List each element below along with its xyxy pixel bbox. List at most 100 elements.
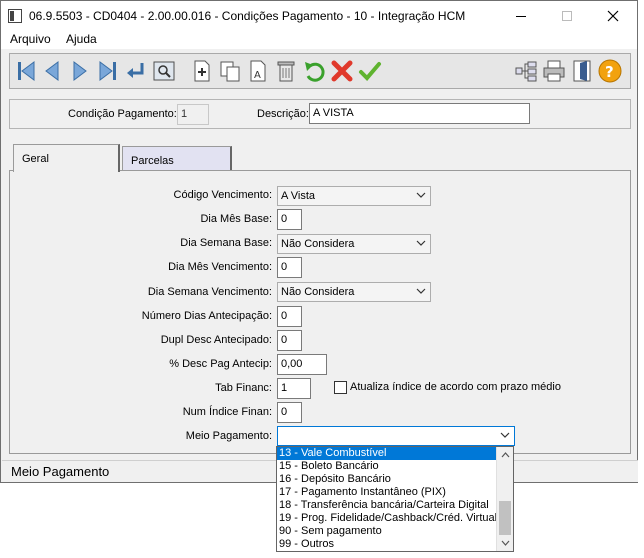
app-icon — [8, 9, 22, 23]
option-transferencia[interactable]: 18 - Transferência bancária/Carteira Dig… — [277, 499, 497, 512]
minimize-icon — [516, 15, 526, 17]
save-icon — [359, 62, 381, 81]
last-record-icon — [99, 61, 116, 81]
option-sem-pagamento[interactable]: 90 - Sem pagamento — [277, 525, 497, 538]
cancel-button[interactable] — [330, 59, 354, 83]
dupl-desc-antecipado-label: Dupl Desc Antecipado: — [160, 334, 272, 346]
tree-button[interactable] — [514, 59, 538, 83]
delete-icon — [277, 61, 295, 82]
option-pix[interactable]: 17 - Pagamento Instantâneo (PIX) — [277, 486, 497, 499]
close-icon — [607, 10, 619, 22]
meio-pagamento-options: 13 - Vale Combustível 15 - Boleto Bancár… — [277, 447, 497, 551]
tab-financ-label: Tab Financ: — [215, 382, 272, 394]
chevron-up-icon — [501, 452, 509, 458]
dia-semana-base-label: Dia Semana Base: — [180, 237, 272, 249]
new-icon — [194, 60, 210, 82]
undo-button[interactable] — [302, 59, 326, 83]
dia-semana-vencimento-value: Não Considera — [281, 286, 355, 298]
menu-ajuda[interactable]: Ajuda — [66, 32, 97, 46]
print-icon — [543, 60, 565, 82]
print-button[interactable] — [542, 59, 566, 83]
exit-button[interactable] — [570, 59, 594, 83]
dia-semana-base-select[interactable]: Não Considera — [277, 234, 431, 254]
tree-icon — [515, 61, 537, 82]
help-button[interactable]: ? — [598, 59, 622, 83]
copy-button[interactable] — [218, 59, 242, 83]
main-window: 06.9.5503 - CD0404 - 2.00.00.016 - Condi… — [0, 0, 638, 483]
tab-financ-field[interactable]: 1 — [277, 378, 311, 399]
chevron-down-icon — [416, 240, 426, 246]
chevron-down-icon — [416, 192, 426, 198]
undo-icon — [305, 62, 325, 82]
descricao-field[interactable]: A VISTA — [309, 103, 530, 124]
goto-button[interactable] — [124, 59, 148, 83]
help-icon: ? — [598, 59, 622, 83]
tab-geral[interactable]: Geral — [13, 144, 120, 172]
tab-parcelas[interactable]: Parcelas — [122, 146, 232, 170]
menu-arquivo[interactable]: Arquivo — [10, 32, 51, 46]
last-record-button[interactable] — [96, 59, 120, 83]
scroll-up-button[interactable] — [497, 448, 513, 462]
dia-semana-vencimento-label: Dia Semana Vencimento: — [147, 286, 272, 298]
dupl-desc-antecipado-field[interactable]: 0 — [277, 330, 302, 351]
chevron-down-icon — [501, 540, 509, 546]
desc-pag-antecip-field[interactable]: 0,00 — [277, 354, 327, 375]
codigo-vencimento-label: Código Vencimento: — [173, 189, 272, 201]
exit-icon — [573, 60, 591, 82]
goto-icon — [127, 63, 144, 78]
dia-semana-vencimento-select[interactable]: Não Considera — [277, 282, 431, 302]
edit-button[interactable]: A — [246, 59, 270, 83]
first-record-button[interactable] — [14, 59, 38, 83]
condicao-pagamento-label: Condição Pagamento: — [68, 108, 177, 120]
dia-mes-vencimento-field[interactable]: 0 — [277, 257, 302, 278]
delete-button[interactable] — [274, 59, 298, 83]
meio-pagamento-dropdown[interactable]: 13 - Vale Combustível 15 - Boleto Bancár… — [276, 446, 514, 552]
save-button[interactable] — [358, 59, 382, 83]
maximize-icon — [562, 11, 572, 21]
svg-text:?: ? — [605, 63, 614, 81]
search-button[interactable] — [152, 59, 176, 83]
minimize-button[interactable] — [498, 1, 544, 31]
header-panel: Condição Pagamento: 1 Descrição: A VISTA — [9, 99, 631, 129]
previous-record-button[interactable] — [40, 59, 64, 83]
option-vale-combustivel[interactable]: 13 - Vale Combustível — [277, 447, 497, 460]
dia-semana-base-value: Não Considera — [281, 238, 355, 250]
num-indice-finan-label: Num Índice Finan: — [182, 406, 272, 418]
num-indice-finan-field[interactable]: 0 — [277, 402, 302, 423]
edit-icon: A — [250, 60, 266, 82]
svg-text:A: A — [254, 70, 261, 81]
numero-dias-antecipacao-field[interactable]: 0 — [277, 306, 302, 327]
option-deposito-bancario[interactable]: 16 - Depósito Bancário — [277, 473, 497, 486]
descricao-label: Descrição: — [257, 108, 309, 120]
title-bar: 06.9.5503 - CD0404 - 2.00.00.016 - Condi… — [1, 1, 637, 31]
codigo-vencimento-select[interactable]: A Vista — [277, 186, 431, 206]
dia-mes-base-field[interactable]: 0 — [277, 209, 302, 230]
menu-bar: Arquivo Ajuda — [1, 31, 637, 49]
close-button[interactable] — [590, 1, 636, 31]
scroll-down-button[interactable] — [497, 536, 513, 550]
atualiza-indice-checkbox[interactable] — [334, 381, 347, 394]
option-outros[interactable]: 99 - Outros — [277, 538, 497, 551]
dropdown-scrollbar[interactable] — [496, 447, 513, 551]
codigo-vencimento-value: A Vista — [281, 190, 316, 202]
maximize-button[interactable] — [544, 1, 590, 31]
cancel-icon — [331, 60, 353, 82]
meio-pagamento-select[interactable] — [277, 426, 515, 446]
numero-dias-antecipacao-label: Número Dias Antecipação: — [141, 310, 272, 322]
option-fidelidade[interactable]: 19 - Prog. Fidelidade/Cashback/Créd. Vir… — [277, 512, 497, 525]
dia-mes-vencimento-label: Dia Mês Vencimento: — [168, 261, 272, 273]
previous-record-icon — [45, 61, 59, 81]
new-button[interactable] — [190, 59, 214, 83]
scroll-thumb[interactable] — [499, 501, 511, 535]
meio-pagamento-label: Meio Pagamento: — [185, 430, 272, 442]
search-icon — [153, 61, 175, 81]
next-record-button[interactable] — [68, 59, 92, 83]
first-record-icon — [18, 61, 35, 81]
window-title: 06.9.5503 - CD0404 - 2.00.00.016 - Condi… — [29, 9, 466, 23]
status-text: Meio Pagamento — [11, 464, 110, 479]
toolbar: A ? — [9, 53, 631, 89]
geral-panel: Código Vencimento: A Vista Dia Mês Base:… — [9, 170, 631, 454]
option-boleto-bancario[interactable]: 15 - Boleto Bancário — [277, 460, 497, 473]
next-record-icon — [73, 61, 87, 81]
chevron-down-icon — [416, 288, 426, 294]
